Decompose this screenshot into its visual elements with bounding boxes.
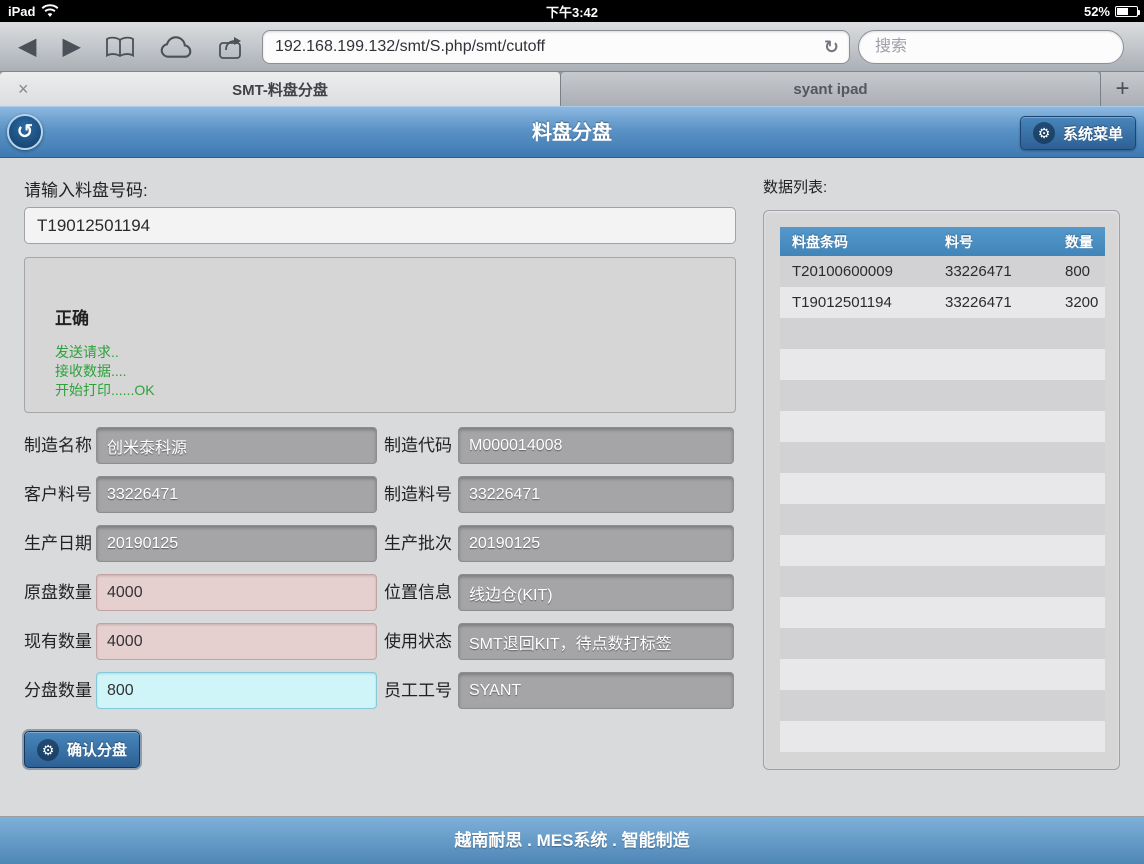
tray-number-input[interactable] — [24, 207, 736, 244]
mfg-part-field — [458, 476, 734, 513]
data-table: 料盘条码 料号 数量 T2010060000933226471800T19012… — [780, 227, 1105, 752]
field-label: 原盘数量 — [24, 574, 92, 611]
system-menu-button[interactable]: ⚙ 系统菜单 — [1020, 116, 1136, 150]
status-log-line: 发送请求.. — [55, 343, 155, 362]
customer-part-field — [96, 476, 377, 513]
table-row — [780, 690, 1105, 721]
table-cell: 800 — [1065, 263, 1105, 280]
ipad-screen: iPad 下午3:42 52% ◀ ▶ — [0, 0, 1144, 864]
table-row — [780, 380, 1105, 411]
original-qty-field[interactable] — [96, 574, 377, 611]
refresh-icon[interactable]: ↻ — [824, 37, 839, 58]
prod-batch-field — [458, 525, 734, 562]
split-qty-field[interactable] — [96, 672, 377, 709]
status-title: 正确 — [55, 304, 89, 329]
table-cell: T19012501194 — [792, 294, 945, 311]
table-row — [780, 473, 1105, 504]
menu-button-label: 系统菜单 — [1063, 123, 1123, 144]
tab-label: SMT-料盘分盘 — [232, 79, 328, 100]
table-cell: 33226471 — [945, 263, 1065, 280]
tab-smt-tray-split[interactable]: × SMT-料盘分盘 — [0, 72, 561, 106]
table-row — [780, 442, 1105, 473]
close-tab-icon[interactable]: × — [18, 80, 29, 98]
table-row[interactable]: T19012501194332264713200 — [780, 287, 1105, 318]
table-row — [780, 535, 1105, 566]
table-row[interactable]: T2010060000933226471800 — [780, 256, 1105, 287]
field-label: 使用状态 — [384, 623, 452, 660]
field-label: 员工工号 — [384, 672, 452, 709]
column-header: 料号 — [945, 232, 1065, 252]
tab-bar: × SMT-料盘分盘 syant ipad + — [0, 72, 1144, 106]
mfg-code-field — [458, 427, 734, 464]
table-header-row: 料盘条码 料号 数量 — [780, 227, 1105, 256]
app-header: ↺ 料盘分盘 ⚙ 系统菜单 — [0, 106, 1144, 158]
table-row — [780, 318, 1105, 349]
tab-label: syant ipad — [793, 81, 867, 98]
new-tab-button[interactable]: + — [1101, 72, 1144, 106]
current-qty-field[interactable] — [96, 623, 377, 660]
battery-percent: 52% — [1084, 4, 1110, 19]
footer-bar: 越南耐思 . MES系统 . 智能制造 — [0, 817, 1144, 864]
bookmarks-icon[interactable] — [105, 35, 135, 59]
employee-id-field — [458, 672, 734, 709]
prod-date-field — [96, 525, 377, 562]
page-title: 料盘分盘 — [0, 107, 1144, 159]
field-label: 制造代码 — [384, 427, 452, 464]
tray-input-label: 请输入料盘号码: — [24, 176, 148, 201]
field-label: 分盘数量 — [24, 672, 92, 709]
table-row — [780, 597, 1105, 628]
table-cell: 33226471 — [945, 294, 1065, 311]
data-list-body: T2010060000933226471800T1901250119433226… — [780, 256, 1105, 752]
url-field[interactable]: 192.168.199.132/smt/S.php/smt/cutoff ↻ — [262, 30, 850, 64]
url-text: 192.168.199.132/smt/S.php/smt/cutoff — [275, 38, 824, 56]
gear-glyph: ⚙ — [42, 743, 55, 757]
usage-status-field — [458, 623, 734, 660]
table-row — [780, 504, 1105, 535]
table-row — [780, 628, 1105, 659]
status-log: 发送请求.. 接收数据.... 开始打印......OK — [55, 343, 155, 400]
table-cell: T20100600009 — [792, 263, 945, 280]
table-row — [780, 411, 1105, 442]
battery-icon — [1115, 6, 1138, 17]
data-list-panel: 料盘条码 料号 数量 T2010060000933226471800T19012… — [763, 210, 1120, 770]
browser-toolbar: ◀ ▶ 192.168.199.132/smt/S.php/smt/cutoff… — [0, 22, 1144, 72]
forward-nav-icon[interactable]: ▶ — [62, 35, 80, 59]
search-input[interactable] — [858, 30, 1124, 64]
table-row — [780, 566, 1105, 597]
status-log-line: 接收数据.... — [55, 362, 155, 381]
status-log-line: 开始打印......OK — [55, 381, 155, 400]
table-row — [780, 721, 1105, 752]
field-label: 位置信息 — [384, 574, 452, 611]
table-row — [780, 349, 1105, 380]
confirm-split-button[interactable]: ⚙ 确认分盘 — [24, 731, 140, 768]
field-label: 制造料号 — [384, 476, 452, 513]
column-header: 料盘条码 — [792, 232, 945, 252]
clock: 下午3:42 — [0, 2, 1144, 21]
field-label: 现有数量 — [24, 623, 92, 660]
table-cell: 3200 — [1065, 294, 1105, 311]
gear-icon: ⚙ — [1033, 122, 1055, 144]
field-label: 生产批次 — [384, 525, 452, 562]
data-list-title: 数据列表: — [763, 176, 827, 197]
share-icon[interactable] — [217, 34, 247, 60]
field-label: 客户料号 — [24, 476, 92, 513]
back-nav-icon[interactable]: ◀ — [18, 35, 36, 59]
location-field — [458, 574, 734, 611]
confirm-button-label: 确认分盘 — [67, 739, 127, 760]
cloud-icon[interactable] — [159, 35, 193, 59]
status-message-box: 正确 发送请求.. 接收数据.... 开始打印......OK — [24, 257, 736, 413]
gear-icon: ⚙ — [37, 739, 59, 761]
column-header: 数量 — [1065, 232, 1105, 252]
footer-text: 越南耐思 . MES系统 . 智能制造 — [454, 831, 689, 850]
tab-syant-ipad[interactable]: syant ipad — [561, 72, 1101, 106]
field-label: 生产日期 — [24, 525, 92, 562]
field-label: 制造名称 — [24, 427, 92, 464]
table-row — [780, 659, 1105, 690]
gear-glyph: ⚙ — [1038, 126, 1051, 140]
status-bar: iPad 下午3:42 52% — [0, 0, 1144, 22]
mfg-name-field — [96, 427, 377, 464]
